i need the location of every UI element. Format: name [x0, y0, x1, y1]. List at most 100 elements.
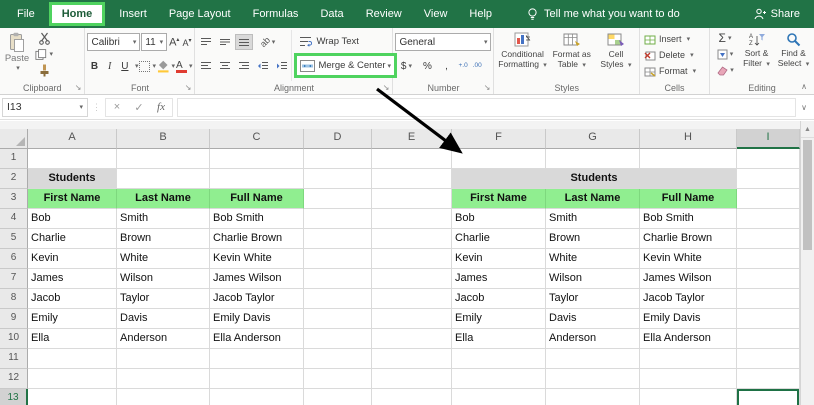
cell-E3[interactable] [372, 189, 452, 209]
cell-F3[interactable]: First Name [452, 189, 546, 209]
cell-C1[interactable] [210, 149, 304, 169]
dialog-launcher-icon[interactable]: ↘ [383, 83, 390, 92]
tab-formulas[interactable]: Formulas [242, 1, 310, 27]
dialog-launcher-icon[interactable]: ↘ [185, 83, 192, 92]
middle-align-button[interactable] [216, 34, 234, 50]
percent-style-button[interactable]: % [418, 58, 436, 74]
bottom-align-button[interactable] [235, 34, 253, 50]
vertical-scrollbar[interactable]: ▲ [800, 121, 814, 405]
cell-A10[interactable]: Ella [28, 329, 117, 349]
cell-I12[interactable] [737, 369, 800, 389]
cell-styles-button[interactable]: Cell Styles ▾ [595, 30, 637, 81]
underline-button[interactable]: U [118, 58, 132, 74]
cell-F12[interactable] [452, 369, 546, 389]
tab-page-layout[interactable]: Page Layout [158, 1, 242, 27]
row-header-12[interactable]: 12 [0, 369, 28, 389]
tab-data[interactable]: Data [309, 1, 354, 27]
enter-button[interactable]: ✓ [128, 101, 150, 114]
cell-H3[interactable]: Full Name [640, 189, 737, 209]
tell-me-box[interactable]: Tell me what you want to do [527, 8, 680, 21]
cell-G5[interactable]: Brown [546, 229, 640, 249]
cell-H4[interactable]: Bob Smith [640, 209, 737, 229]
cell-H9[interactable]: Emily Davis [640, 309, 737, 329]
tab-file[interactable]: File [6, 1, 46, 27]
cell-C13[interactable] [210, 389, 304, 405]
cell-E7[interactable] [372, 269, 452, 289]
cell-H10[interactable]: Ella Anderson [640, 329, 737, 349]
tab-insert[interactable]: Insert [108, 1, 158, 27]
cell-C5[interactable]: Charlie Brown [210, 229, 304, 249]
autosum-button[interactable]: Σ▾ [712, 30, 738, 46]
cell-E2[interactable] [372, 169, 452, 189]
cell-D11[interactable] [304, 349, 372, 369]
cell-A5[interactable]: Charlie [28, 229, 117, 249]
cancel-button[interactable]: × [106, 101, 128, 113]
cell-A11[interactable] [28, 349, 117, 369]
row-header-13[interactable]: 13 [0, 389, 28, 405]
cell-F2-H2-merged-students-title[interactable]: Students [452, 169, 737, 189]
cell-D12[interactable] [304, 369, 372, 389]
cell-B1[interactable] [117, 149, 210, 169]
insert-cells-button[interactable]: Insert ▾ [642, 31, 707, 47]
align-right-button[interactable] [235, 58, 253, 74]
bold-button[interactable]: B [87, 58, 101, 74]
cell-H8[interactable]: Jacob Taylor [640, 289, 737, 309]
cell-I4[interactable] [737, 209, 800, 229]
cell-B9[interactable]: Davis [117, 309, 210, 329]
cell-B6[interactable]: White [117, 249, 210, 269]
delete-cells-button[interactable]: Delete ▾ [642, 47, 707, 63]
cell-E10[interactable] [372, 329, 452, 349]
comma-style-button[interactable]: , [437, 58, 455, 74]
cell-B13[interactable] [117, 389, 210, 405]
decrease-indent-button[interactable] [254, 58, 272, 74]
column-header-B[interactable]: B [117, 129, 210, 149]
cell-C2[interactable] [210, 169, 304, 189]
cell-I13-selected[interactable] [737, 389, 800, 405]
cell-D9[interactable] [304, 309, 372, 329]
cell-E11[interactable] [372, 349, 452, 369]
column-header-C[interactable]: C [210, 129, 304, 149]
cell-I8[interactable] [737, 289, 800, 309]
cell-E6[interactable] [372, 249, 452, 269]
cell-I6[interactable] [737, 249, 800, 269]
cell-I9[interactable] [737, 309, 800, 329]
cell-B2[interactable] [117, 169, 210, 189]
cell-A6[interactable]: Kevin [28, 249, 117, 269]
cell-F10[interactable]: Ella [452, 329, 546, 349]
fill-button[interactable]: ▾ [712, 46, 738, 62]
cell-E9[interactable] [372, 309, 452, 329]
italic-button[interactable]: I [103, 58, 117, 74]
increase-decimal-button[interactable]: +.0 [456, 62, 469, 69]
cell-A4[interactable]: Bob [28, 209, 117, 229]
cell-D3[interactable] [304, 189, 372, 209]
cell-B8[interactable]: Taylor [117, 289, 210, 309]
cell-C7[interactable]: James Wilson [210, 269, 304, 289]
cell-A8[interactable]: Jacob [28, 289, 117, 309]
cell-G11[interactable] [546, 349, 640, 369]
name-box[interactable]: I13 ▾ [2, 98, 88, 117]
cell-F9[interactable]: Emily [452, 309, 546, 329]
format-cells-button[interactable]: Format ▾ [642, 63, 707, 79]
select-all-corner[interactable] [0, 129, 28, 149]
dialog-launcher-icon[interactable]: ↘ [75, 83, 82, 92]
insert-function-button[interactable]: fx [150, 101, 172, 113]
cell-H11[interactable] [640, 349, 737, 369]
cell-C10[interactable]: Ella Anderson [210, 329, 304, 349]
cell-G10[interactable]: Anderson [546, 329, 640, 349]
cell-G3[interactable]: Last Name [546, 189, 640, 209]
cell-G13[interactable] [546, 389, 640, 405]
tab-help[interactable]: Help [458, 1, 503, 27]
formula-bar-expand-icon[interactable]: ∨ [796, 103, 812, 112]
cell-F6[interactable]: Kevin [452, 249, 546, 269]
clear-button[interactable]: ▾ [712, 62, 738, 78]
cell-E12[interactable] [372, 369, 452, 389]
cell-G9[interactable]: Davis [546, 309, 640, 329]
cell-G12[interactable] [546, 369, 640, 389]
scroll-up-icon[interactable]: ▲ [801, 121, 814, 138]
dialog-launcher-icon[interactable]: ↘ [484, 83, 491, 92]
borders-button[interactable]: ▾ [139, 58, 156, 74]
cell-C8[interactable]: Jacob Taylor [210, 289, 304, 309]
cell-B11[interactable] [117, 349, 210, 369]
row-header-4[interactable]: 4 [0, 209, 28, 229]
cell-C4[interactable]: Bob Smith [210, 209, 304, 229]
